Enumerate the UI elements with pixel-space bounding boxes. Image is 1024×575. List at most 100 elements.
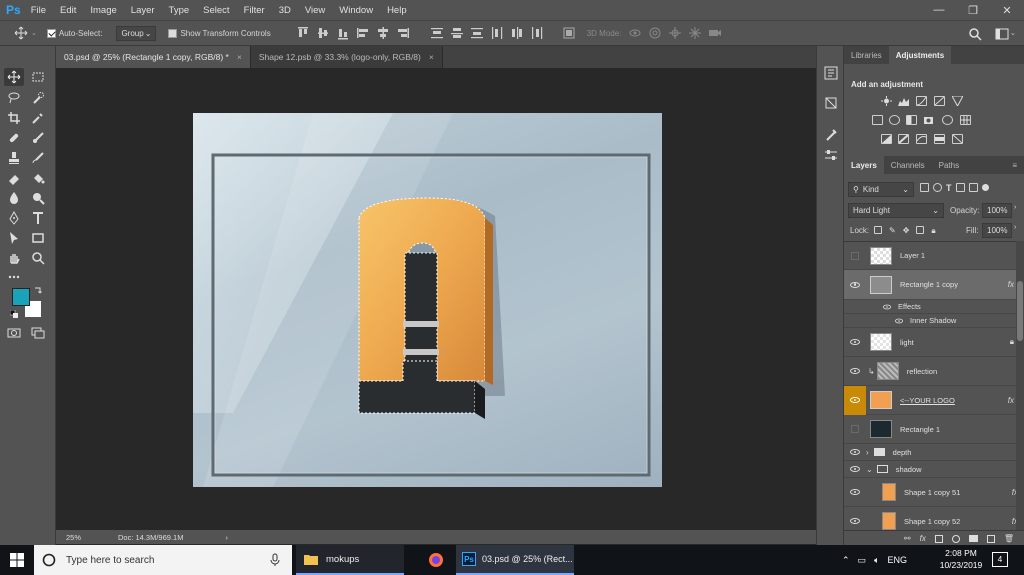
curves-icon[interactable] [916,96,927,106]
distribute-right-icon[interactable] [530,26,544,40]
menu-select[interactable]: Select [203,5,229,16]
tab-channels[interactable]: Channels [884,156,932,174]
new-layer-icon[interactable] [986,534,995,543]
lock-transparent-icon[interactable] [874,226,882,234]
visibility-eye-icon[interactable] [844,281,866,288]
visibility-eye-icon[interactable] [844,449,866,455]
align-right-icon[interactable] [396,26,410,40]
auto-select-dropdown[interactable]: Group ⌄ [116,25,157,41]
distribute-top-icon[interactable] [430,26,444,40]
workspace-chevron-icon[interactable]: ⌄ [1010,29,1016,37]
blend-mode-dropdown[interactable]: Hard Light ⌄ [848,203,944,218]
distribute-left-icon[interactable] [490,26,504,40]
volume-icon[interactable]: 🔈︎ [874,555,879,566]
path-selection-tool-icon[interactable] [4,229,24,247]
align-left-icon[interactable] [356,26,370,40]
new-group-icon[interactable] [968,535,978,542]
quick-mask-icon[interactable] [4,324,24,342]
filter-shape-icon[interactable] [955,183,965,192]
fill-chevron-icon[interactable]: › [1014,224,1016,231]
tab-paths[interactable]: Paths [932,156,966,174]
layer-row-shape-1-copy-51[interactable]: Shape 1 copy 51 fx [844,478,1016,507]
lasso-tool-icon[interactable] [4,89,24,107]
align-top-icon[interactable] [296,26,310,40]
align-vcenter-icon[interactable] [316,26,330,40]
history-brush-tool-icon[interactable] [28,149,48,167]
filter-pixel-icon[interactable] [920,183,929,192]
layer-row-layer-1[interactable]: Layer 1 [844,242,1016,270]
menu-filter[interactable]: Filter [244,5,265,16]
quick-select-tool-icon[interactable] [28,89,48,107]
menu-image[interactable]: Image [90,5,116,16]
taskbar-explorer-mokups[interactable]: mokups [296,545,404,575]
tab-libraries[interactable]: Libraries [844,46,889,64]
exposure-icon[interactable] [934,96,945,106]
menu-view[interactable]: View [305,5,325,16]
3d-camera-icon[interactable] [708,26,722,40]
visibility-eye-icon[interactable] [844,368,866,374]
layer-row-your-logo[interactable]: <--YOUR LOGO fx [844,385,1016,415]
restore-button[interactable]: ❐ [956,0,990,20]
visibility-eye-icon[interactable] [844,489,866,495]
color-lookup-icon[interactable] [960,115,971,125]
vibrance-icon[interactable] [951,95,964,108]
workspace-icon[interactable] [995,27,1009,41]
layer-row-rectangle-1-copy[interactable]: Rectangle 1 copy fx [844,270,1016,300]
show-transform-checkbox[interactable] [168,28,178,38]
crop-tool-icon[interactable] [4,109,24,127]
swap-colors-icon[interactable] [34,286,42,294]
close-button[interactable]: ✕ [990,0,1024,20]
hand-tool-icon[interactable] [4,249,24,267]
levels-icon[interactable] [898,96,909,106]
zoom-tool-icon[interactable] [28,249,48,267]
fill-input[interactable]: 100% [982,223,1012,238]
network-icon[interactable]: ▭ [858,555,867,566]
3d-slide-icon[interactable] [688,26,702,40]
close-tab-icon[interactable]: × [429,52,434,62]
layer-row-reflection[interactable]: ↳ reflection [844,357,1016,386]
marquee-tool-icon[interactable] [28,68,48,86]
tab-layers[interactable]: Layers [844,156,884,174]
menu-window[interactable]: Window [339,5,373,16]
distribute-vcenter-icon[interactable] [450,26,464,40]
menu-help[interactable]: Help [387,5,407,16]
group-row-shadow[interactable]: ⌄ shadow [844,461,1016,478]
fx-icon[interactable]: fx [1008,280,1014,289]
layers-scrollbar[interactable] [1016,241,1024,531]
language-indicator[interactable]: ENG [887,555,907,565]
foreground-color-swatch[interactable] [12,288,30,306]
new-adjustment-icon[interactable] [951,534,960,543]
close-tab-icon[interactable]: × [237,52,242,62]
brightness-icon[interactable] [881,96,892,106]
inner-shadow-row[interactable]: Inner Shadow [844,314,1016,328]
document-canvas[interactable] [193,113,662,487]
add-fx-icon[interactable]: fx [920,534,926,543]
properties-panel-icon[interactable] [821,94,841,112]
menu-3d[interactable]: 3D [279,5,291,16]
eyedropper-tool-icon[interactable] [28,109,48,127]
trash-icon[interactable]: 🗑︎ [1004,534,1014,543]
photo-filter-icon[interactable] [924,115,935,125]
group-row-depth[interactable]: › depth [844,444,1016,461]
collapse-arrow-icon[interactable]: ⌄ [866,465,873,474]
fx-icon[interactable]: fx [1008,396,1014,405]
visibility-eye-icon[interactable] [844,339,866,345]
lock-artboard-icon[interactable] [916,226,925,234]
panel-menu-icon[interactable]: ≡ [1005,156,1024,174]
black-white-icon[interactable] [906,115,917,125]
visibility-eye-icon[interactable] [894,316,904,326]
lock-position-icon[interactable]: ✥ [903,226,910,236]
channel-mixer-icon[interactable] [942,115,953,125]
clock[interactable]: 2:08 PM 10/23/2019 [938,547,984,571]
opacity-input[interactable]: 100% [982,203,1012,218]
healing-brush-tool-icon[interactable] [4,129,24,147]
default-colors-icon[interactable] [9,309,18,318]
status-menu-arrow-icon[interactable]: › [225,533,228,542]
eraser-tool-icon[interactable] [4,169,24,187]
minimize-button[interactable]: — [922,0,956,20]
lock-all-icon[interactable]: 🔒︎ [931,226,935,236]
align-bottom-icon[interactable] [336,26,350,40]
layer-row-shape-1-copy-52[interactable]: Shape 1 copy 52 fx [844,507,1016,531]
screen-mode-icon[interactable] [28,324,48,342]
layer-row-light[interactable]: light 🔒︎ [844,328,1016,357]
